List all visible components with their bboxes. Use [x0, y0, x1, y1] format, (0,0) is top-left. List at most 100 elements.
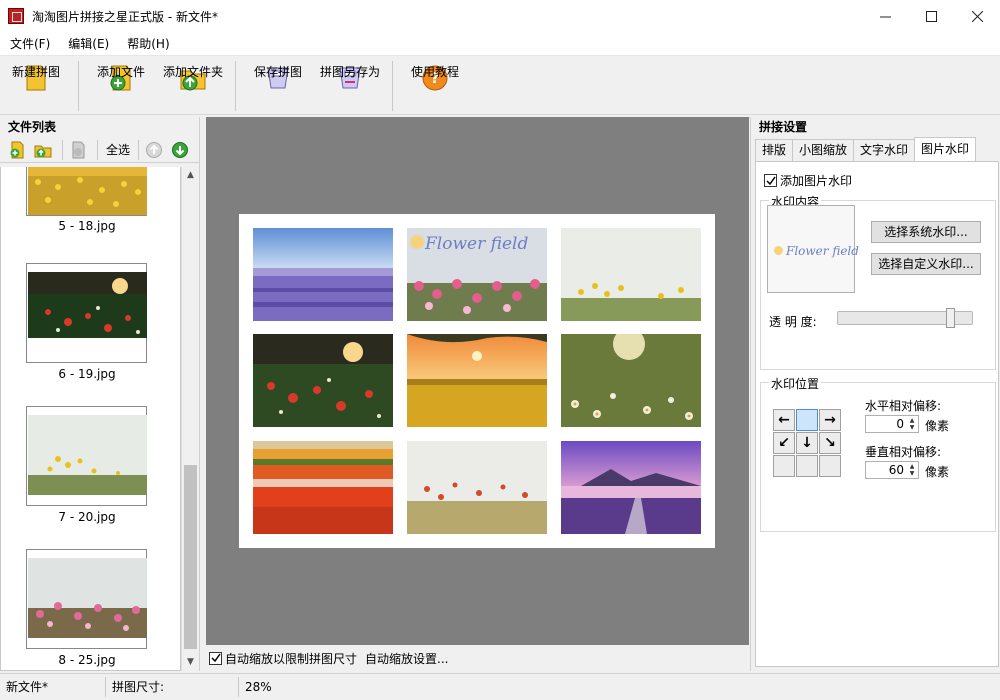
spinner-arrows-icon[interactable]: ▲ ▼: [907, 463, 917, 477]
opacity-slider-thumb[interactable]: [946, 308, 955, 328]
add-file-button[interactable]: 添加文件: [85, 57, 157, 115]
position-top-right[interactable]: →: [819, 409, 841, 431]
add-file-small-button[interactable]: [6, 139, 28, 161]
canvas-watermark: Flower field: [425, 234, 529, 254]
file-item[interactable]: 6 - 19.jpg: [1, 263, 180, 383]
move-down-button[interactable]: [169, 139, 191, 161]
maximize-button[interactable]: [908, 0, 954, 32]
pale-sunflowers-image: [28, 415, 147, 495]
tile-pale-sunflowers[interactable]: [561, 228, 701, 321]
add-folder-small-button[interactable]: [32, 139, 54, 161]
position-bottom-right[interactable]: [819, 455, 841, 477]
file-list-scrollbar[interactable]: ▲ ▼: [181, 167, 198, 671]
tile-daisies[interactable]: [561, 334, 701, 427]
h-offset-input[interactable]: 0 ▲ ▼: [865, 415, 919, 433]
tile-misty-poppies[interactable]: [407, 441, 547, 534]
position-middle-right[interactable]: ↘: [819, 432, 841, 454]
move-up-button[interactable]: [143, 139, 165, 161]
file-list[interactable]: 5 - 18.jpg 6 - 19.jpg 7 - 20.jpg 8 - 25.…: [0, 167, 181, 671]
toolbar-separator: [138, 139, 140, 160]
position-bottom-center[interactable]: [796, 455, 818, 477]
puzzle-canvas[interactable]: Flower field: [206, 117, 749, 645]
auto-zoom-label[interactable]: 自动缩放以限制拼图尺寸: [225, 650, 357, 667]
arrow-down-icon: [172, 141, 189, 158]
tab-image-watermark[interactable]: 图片水印: [914, 137, 977, 161]
toolbar: 新建拼图 添加文件 添加文件夹 保存拼图 拼图另存为 ? 使用教程: [0, 57, 1000, 115]
position-top-left[interactable]: ←: [773, 409, 795, 431]
tab-text-watermark[interactable]: 文字水印: [853, 139, 916, 161]
add-file-icon: [10, 141, 24, 158]
tile-lavender[interactable]: [253, 228, 393, 321]
file-name: 6 - 19.jpg: [58, 367, 116, 381]
position-middle-center[interactable]: ↓: [796, 432, 818, 454]
file-name: 5 - 18.jpg: [58, 219, 116, 233]
remove-file-button[interactable]: [67, 139, 89, 161]
v-offset-input[interactable]: 60 ▲ ▼: [865, 461, 919, 479]
tile-sunset-poppies[interactable]: [253, 334, 393, 427]
add-image-watermark-checkbox[interactable]: [764, 174, 777, 187]
file-name: 7 - 20.jpg: [58, 510, 116, 524]
watermark-preview-text: Flower field: [786, 244, 859, 258]
checkmark-icon: [765, 176, 776, 185]
tab-thumbnail-scale[interactable]: 小图缩放: [792, 139, 855, 161]
status-bar: 新文件* 拼图尺寸: 1700x1193 28%: [0, 673, 1000, 700]
tile-sunset-rapeseed[interactable]: [407, 334, 547, 427]
file-thumbnail: [26, 167, 147, 216]
watermark-sun-icon: [411, 236, 423, 248]
add-image-watermark-label: 添加图片水印: [780, 174, 853, 188]
h-offset-unit: 像素: [925, 419, 950, 433]
file-list-title: 文件列表: [8, 120, 57, 134]
scrollbar-thumb[interactable]: [184, 465, 197, 649]
spinner-arrows-icon[interactable]: ▲ ▼: [907, 417, 917, 431]
save-as-button[interactable]: 拼图另存为: [314, 57, 386, 115]
tab-layout[interactable]: 排版: [755, 139, 794, 161]
watermark-position-title: 水印位置: [769, 375, 822, 392]
menu-edit[interactable]: 编辑(E): [59, 32, 118, 56]
save-puzzle-button[interactable]: 保存拼图: [242, 57, 314, 115]
auto-zoom-settings-link[interactable]: 自动缩放设置...: [365, 650, 448, 667]
select-system-watermark-button[interactable]: 选择系统水印...: [871, 221, 981, 243]
tile-tulip-rows[interactable]: [253, 441, 393, 534]
add-image-watermark-row[interactable]: 添加图片水印: [764, 172, 852, 189]
arrow-up-icon: [146, 141, 163, 158]
position-middle-left[interactable]: ↙: [773, 432, 795, 454]
menu-file[interactable]: 文件(F): [0, 32, 59, 56]
scroll-up-icon[interactable]: ▲: [182, 167, 199, 184]
file-list-toolbar: 全选: [0, 137, 199, 163]
status-zoom: 28%: [245, 680, 272, 694]
canvas-bottom-bar: 自动缩放以限制拼图尺寸 自动缩放设置...: [206, 645, 749, 671]
select-custom-watermark-button[interactable]: 选择自定义水印...: [871, 253, 981, 275]
pink-cosmos-image: [28, 558, 147, 638]
tile-purple-lake[interactable]: [561, 441, 701, 534]
window-title: 淘淘图片拼接之星正式版 - 新文件*: [32, 9, 218, 24]
scroll-down-icon[interactable]: ▼: [182, 654, 199, 671]
file-item[interactable]: 7 - 20.jpg: [1, 406, 180, 526]
position-grid: ← → ↙ ↓ ↘: [773, 409, 841, 477]
tile-cosmos[interactable]: Flower field: [407, 228, 547, 321]
toolbar-separator: [97, 139, 98, 160]
position-bottom-left[interactable]: [773, 455, 795, 477]
tutorial-button[interactable]: ? 使用教程: [399, 57, 471, 115]
position-top-center[interactable]: [796, 409, 818, 431]
pale-sunflowers-image: [561, 228, 701, 321]
close-button[interactable]: [954, 0, 1000, 32]
status-file: 新文件*: [0, 677, 106, 697]
opacity-slider[interactable]: [837, 308, 973, 328]
minimize-button[interactable]: [862, 0, 908, 32]
menu-help[interactable]: 帮助(H): [118, 32, 178, 56]
settings-title: 拼接设置: [759, 120, 808, 134]
puzzle-sheet: Flower field: [239, 214, 715, 548]
lavender-image: [253, 228, 393, 321]
tulip-rows-image: [253, 441, 393, 534]
add-folder-button[interactable]: 添加文件夹: [157, 57, 229, 115]
file-item[interactable]: 8 - 25.jpg: [1, 549, 180, 669]
file-item[interactable]: 5 - 18.jpg: [1, 167, 180, 233]
checkmark-icon: [210, 653, 221, 663]
auto-zoom-checkbox[interactable]: [209, 651, 222, 665]
watermark-sun-icon: [774, 246, 783, 255]
add-folder-icon: [34, 145, 52, 157]
new-puzzle-button[interactable]: 新建拼图: [0, 57, 72, 115]
minimize-icon: [879, 16, 891, 17]
sunset-poppies-image: [28, 272, 147, 338]
select-all-button[interactable]: 全选: [102, 141, 134, 158]
